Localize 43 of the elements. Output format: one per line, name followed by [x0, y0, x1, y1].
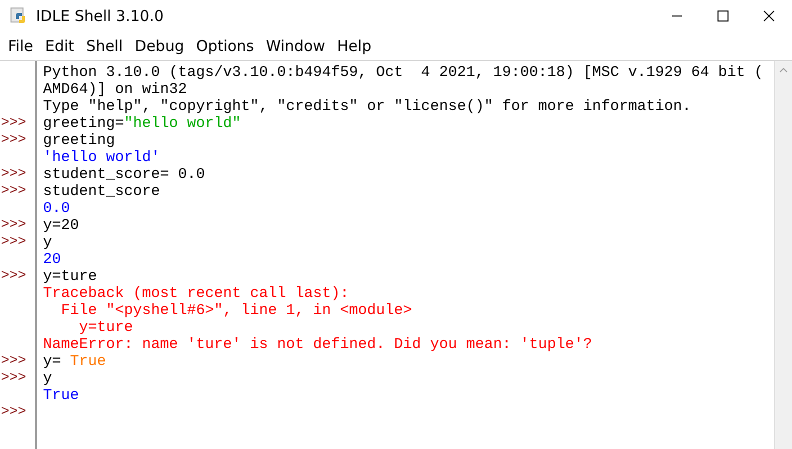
close-icon[interactable]	[763, 10, 775, 22]
code-text: student_score= 0.0	[43, 166, 206, 183]
output-text: 20	[43, 251, 62, 268]
maximize-icon[interactable]	[717, 10, 729, 22]
window-title: IDLE Shell 3.10.0	[36, 7, 164, 25]
menu-item[interactable]: Options	[190, 37, 260, 55]
code-text: y=ture	[43, 268, 98, 285]
shell-prompt: >>>	[0, 132, 28, 149]
output-text: True	[43, 387, 80, 404]
shell-prompt: >>>	[0, 404, 28, 421]
menu-item[interactable]: Edit	[39, 37, 80, 55]
shell-prompt: >>>	[0, 353, 28, 370]
code-text: "hello world"	[124, 115, 242, 132]
code-text: AMD64)] on win32	[43, 81, 188, 98]
shell-prompt: >>>	[0, 115, 28, 132]
code-text: y	[43, 234, 52, 251]
output-text: 0.0	[43, 200, 70, 217]
menu-item[interactable]: Shell	[80, 37, 129, 55]
code-text: greeting=	[43, 115, 124, 132]
output-text: 'hello world'	[43, 149, 160, 166]
code-text: student_score	[43, 183, 160, 200]
error-text: NameError: name 'ture' is not defined. Did you mean: 'tuple'?	[43, 336, 592, 353]
shell-prompt: >>>	[0, 183, 28, 200]
code-text: y=20	[43, 217, 80, 234]
shell-prompt: >>>	[0, 268, 28, 285]
shell-prompt: >>>	[0, 166, 28, 183]
error-text: y=ture	[78, 319, 134, 336]
code-text: Type "help", "copyright", "credits" or "license()" for more information.	[43, 98, 692, 115]
code-text: y	[43, 370, 52, 387]
code-text: greeting	[43, 132, 116, 149]
menu-item[interactable]: Debug	[128, 37, 190, 55]
python-logo-icon	[10, 7, 28, 25]
menu-item[interactable]: Help	[331, 37, 378, 55]
code-text: Python 3.10.0 (tags/v3.10.0:b494f59, Oct 4 2021, 19:00:18) [MSC v.1929 64 bit (	[43, 64, 764, 81]
error-text: Traceback (most recent call last):	[43, 285, 350, 302]
shell-prompt: >>>	[0, 217, 28, 234]
error-text: File "<pyshell#6>", line 1, in <module>	[60, 302, 412, 319]
shell-prompt: >>>	[0, 370, 28, 387]
menu-item[interactable]: Window	[260, 37, 332, 55]
shell-prompt: >>>	[0, 234, 28, 251]
code-text: True	[70, 353, 106, 370]
code-text: y=	[43, 353, 62, 370]
menu-item[interactable]: File	[2, 37, 40, 55]
